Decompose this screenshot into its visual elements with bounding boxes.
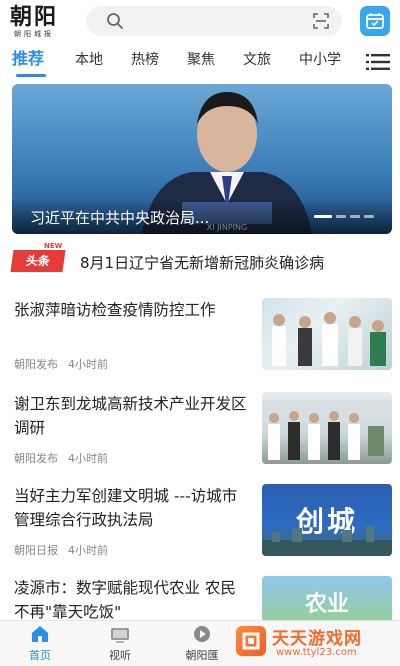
watermark-title: 天天游戏网	[272, 629, 362, 649]
logo-subtext: 朝阳城报	[14, 30, 54, 38]
tab-recommend[interactable]: 推荐	[12, 49, 44, 69]
carousel-indicator	[310, 203, 374, 222]
news-item[interactable]: 谢卫东到龙城高新技术产业开发区调研 朝阳发布 4小时前	[0, 392, 400, 480]
nav-label: 首页	[29, 649, 51, 662]
logo-text: 朝阳	[10, 4, 59, 30]
tv-icon	[111, 628, 129, 643]
search-bar[interactable]	[86, 6, 342, 36]
top-bar: 朝阳 朝阳城报	[0, 0, 400, 44]
news-title: 谢卫东到龙城高新技术产业开发区调研	[14, 395, 247, 437]
carousel-dot	[350, 215, 360, 218]
tab-schools[interactable]: 中小学	[299, 50, 341, 70]
tab-culture-travel[interactable]: 文旅	[243, 50, 271, 70]
search-input[interactable]	[130, 11, 300, 31]
news-time: 4小时前	[68, 358, 108, 371]
category-tabs: 推荐 本地 热榜 聚焦 文旅 中小学	[0, 44, 400, 78]
app-logo[interactable]: 朝阳 朝阳城报	[10, 4, 76, 40]
news-time: 4小时前	[68, 452, 108, 465]
news-item[interactable]: 张淑萍暗访检查疫情防控工作 朝阳发布 4小时前	[0, 298, 400, 386]
news-meta: 朝阳日报 4小时前	[14, 542, 108, 558]
news-source: 朝阳日报	[14, 544, 58, 557]
news-title: 凌源市：数字赋能现代农业 农民不再"靠天吃饭"	[14, 579, 236, 621]
scan-icon[interactable]	[312, 12, 330, 30]
news-meta: 朝阳发布 4小时前	[14, 356, 108, 372]
news-thumbnail	[262, 298, 392, 370]
headline-badge: 头条	[10, 250, 66, 272]
tab-local[interactable]: 本地	[75, 50, 103, 70]
news-source: 朝阳发布	[14, 452, 58, 465]
new-badge: NEW	[44, 242, 63, 250]
watermark-url: www.ttyl23.com	[276, 647, 357, 658]
news-thumbnail: 创城	[262, 484, 392, 556]
banner-carousel[interactable]: XI JINPING 习近平在中共中央政治局...	[12, 84, 392, 234]
nav-chaoyang-hub[interactable]: 朝阳匯	[172, 621, 232, 666]
carousel-dot	[364, 215, 374, 218]
search-icon	[107, 13, 123, 29]
news-title: 张淑萍暗访检查疫情防控工作	[14, 301, 216, 319]
calendar-icon[interactable]	[360, 6, 390, 36]
news-item[interactable]: 当好主力军创建文明城 ---访城市管理综合行政执法局 朝阳日报 4小时前 创城	[0, 484, 400, 572]
nav-label: 朝阳匯	[185, 649, 219, 662]
banner-caption: 习近平在中共中央政治局...	[30, 209, 210, 227]
menu-icon[interactable]	[366, 52, 390, 72]
banner-caption-overlay: 习近平在中共中央政治局...	[12, 198, 392, 234]
tab-focus[interactable]: 聚焦	[187, 50, 215, 70]
news-title: 当好主力军创建文明城 ---访城市管理综合行政执法局	[14, 487, 238, 529]
site-watermark: 天天游戏网 www.ttyl23.com	[228, 620, 400, 666]
play-icon	[194, 626, 210, 642]
news-meta: 朝阳发布 4小时前	[14, 450, 108, 466]
nav-home[interactable]: 首页	[10, 621, 70, 666]
carousel-dot	[314, 215, 332, 218]
thumbnail-text: 农业	[304, 592, 349, 617]
home-icon	[32, 626, 48, 642]
news-thumbnail	[262, 392, 392, 464]
top-headline[interactable]: 头条 NEW 8月1日辽宁省无新增新冠肺炎确诊病	[0, 238, 400, 288]
watermark-logo	[236, 626, 266, 656]
carousel-dot	[336, 215, 346, 218]
headline-text: 8月1日辽宁省无新增新冠肺炎确诊病	[80, 254, 325, 272]
tab-hot[interactable]: 热榜	[131, 50, 159, 70]
active-tab-indicator	[16, 74, 46, 77]
news-time: 4小时前	[68, 544, 108, 557]
news-source: 朝阳发布	[14, 358, 58, 371]
nav-label: 视听	[109, 649, 131, 662]
nav-video[interactable]: 视听	[90, 621, 150, 666]
